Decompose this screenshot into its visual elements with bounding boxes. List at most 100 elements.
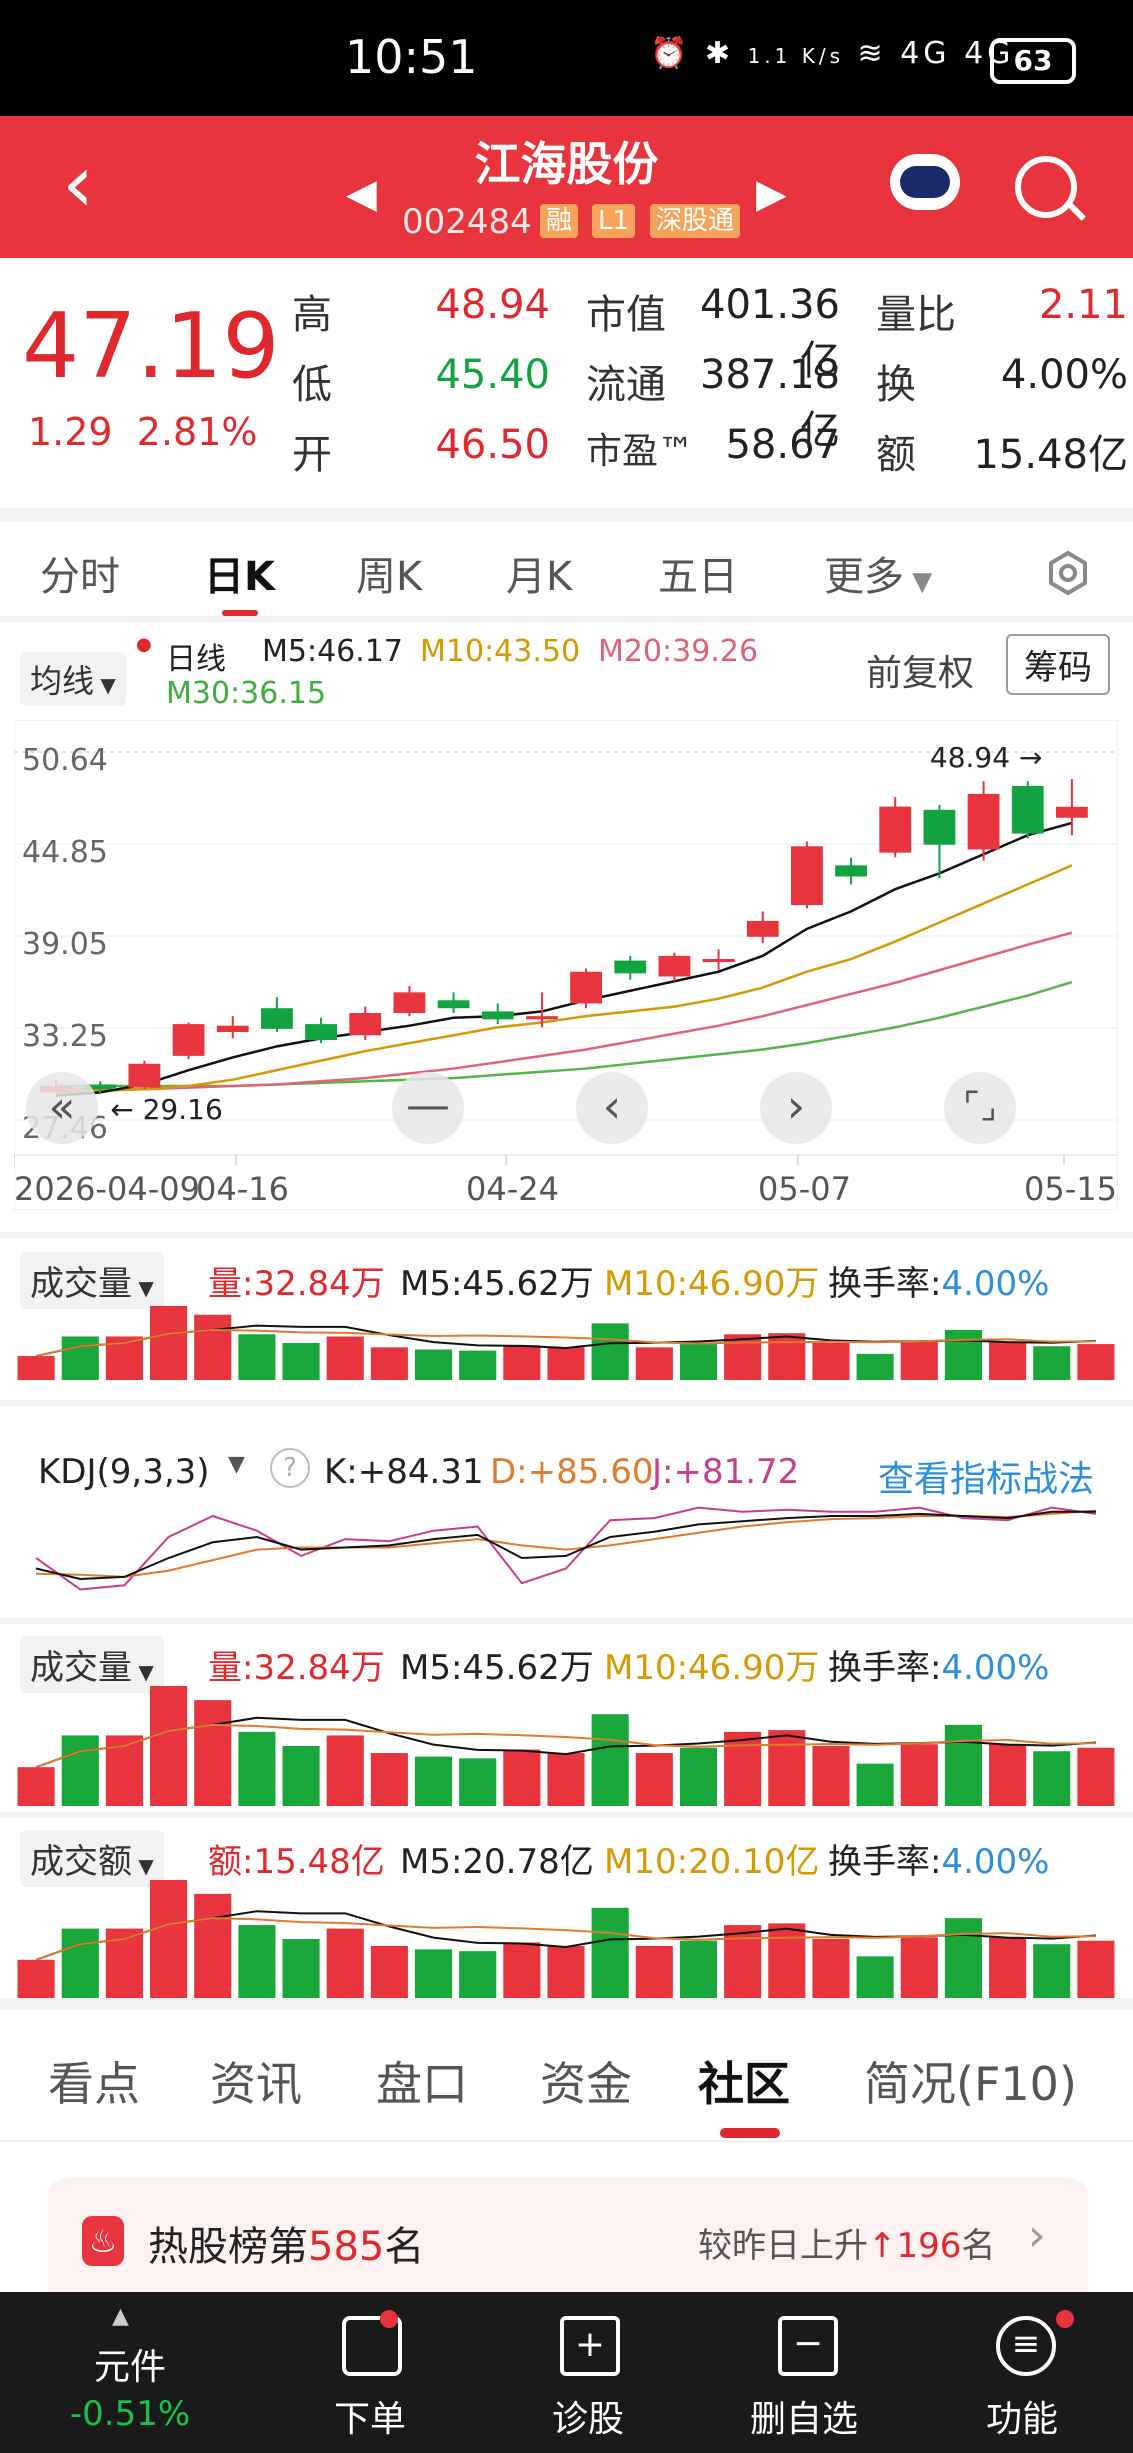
volume-bar [635,1347,673,1380]
indicator-selector-label: 均线 [30,662,95,700]
zoom-out-icon[interactable]: — [392,1072,464,1144]
notification-dot [1056,2310,1074,2328]
volume-bar [900,1341,938,1380]
volume-bar [635,1753,673,1806]
divider [0,2140,1133,2142]
component-index-label[interactable]: 元件 [50,2338,210,2390]
chevron-down-icon[interactable]: ▼ [228,1452,245,1477]
chevron-down-icon: ▼ [132,1276,154,1300]
volume-bar [1033,1944,1071,1998]
tab-community[interactable]: 社区 [698,2048,790,2114]
pan-right-icon[interactable]: › [760,1072,832,1144]
robot-assistant-icon[interactable] [890,154,960,210]
rank-change-text: 较昨日上升↑196名 [698,2218,995,2267]
turnover-rate-value: 4.00% [941,1264,1050,1304]
tab-more[interactable]: 更多 ▼ [824,544,932,602]
rank-change-suffix: 名 [961,2226,996,2266]
volume-bar [61,1928,99,1998]
volume-bar [1077,1344,1115,1380]
tab-news[interactable]: 资讯 [210,2048,302,2114]
volume-bar [150,1686,188,1806]
diagnose-icon[interactable]: + [560,2316,620,2376]
menu-icon[interactable]: ≡ [996,2316,1056,2376]
tab-highlights[interactable]: 看点 [48,2048,140,2114]
indicator-selector[interactable]: 均线 ▼ [20,652,126,706]
next-stock-icon[interactable]: ▶ [756,171,787,217]
adjust-mode[interactable]: 前复权 [866,644,974,696]
market-cap-label: 市值 [586,292,666,338]
chevron-down-icon: ▼ [904,567,933,597]
tab-five-day[interactable]: 五日 [658,544,738,602]
candle-body [393,992,426,1013]
tab-intraday[interactable]: 分时 [40,544,120,602]
candlestick-chart[interactable]: 50.6444.8539.0533.2527.4648.94 →← 29.162… [14,720,1118,1210]
divider [0,1618,1133,1624]
volume-bar [194,1700,232,1806]
tab-daily-k[interactable]: 日K [204,544,275,602]
y-tick-label: 44.85 [22,835,108,870]
volume-bar [856,1763,894,1806]
volume-bar [856,1956,894,1998]
turnover-label: 换 [876,362,916,408]
volume-bars-chart [17,1306,1115,1380]
tab-f10[interactable]: 简况(F10) [864,2048,1077,2114]
tab-order-book[interactable]: 盘口 [376,2048,468,2114]
volume-bar [326,1735,364,1806]
settings-icon[interactable] [1045,550,1091,596]
candle-body [261,1008,293,1029]
amount-value: 15.48亿 [973,432,1128,478]
notification-dot [380,2310,398,2328]
volume-bar [547,1945,585,1998]
tab-funds[interactable]: 资金 [540,2048,632,2114]
remove-watchlist-button[interactable]: 删自选 [724,2390,884,2442]
chips-button[interactable]: 筹码 [1006,634,1110,695]
arrow-up-icon: ↑ [868,2226,897,2266]
search-icon[interactable] [1015,156,1077,218]
volume-bar [282,1343,320,1380]
divider [0,508,1133,522]
volume-bar [679,1747,718,1806]
hot-stock-rank-banner[interactable]: ♨ 热股榜第585名 较昨日上升↑196名 › [48,2178,1088,2310]
status-icons: ⏰ ✱ 1.1 K/s ≋ 4G 4G [650,36,1015,71]
kdj-label[interactable]: KDJ(9,3,3) [38,1452,210,1492]
volume-bar [989,1744,1027,1806]
order-button[interactable]: 下单 [290,2390,450,2442]
volume-bar [503,1749,541,1806]
pan-left-icon[interactable]: ‹ [576,1072,648,1144]
candle-body [879,806,912,853]
tab-weekly-k[interactable]: 周K [356,544,422,602]
chevron-down-icon: ▼ [94,673,116,697]
volume-bar [591,1714,629,1806]
divider [0,1998,1133,2010]
volume-bar [547,1753,585,1806]
x-tick-label: 2026-04-09 [14,1170,200,1208]
turnover-rate: 换手率:4.00% [828,1256,1049,1305]
x-tick-label: 05-07 [758,1170,851,1208]
divider [0,1400,1133,1406]
amount-label: 额 [876,432,916,478]
volume-m10: M10:46.90万 [604,1264,820,1304]
active-tab-indicator [720,2128,780,2138]
tab-monthly-k[interactable]: 月K [506,544,572,602]
caret-up-icon: ▲ [112,2304,129,2329]
rewind-icon[interactable]: « [26,1072,98,1144]
volume-bar [459,1951,497,1998]
x-tick-label: 05-15 [1024,1170,1117,1208]
function-button[interactable]: 功能 [942,2390,1102,2442]
volume-m5: M5:45.62万 [400,1264,594,1304]
live-dot-icon: ● [136,634,152,655]
low-price-label: ← 29.16 [110,1093,223,1126]
help-icon[interactable]: ? [270,1448,310,1488]
stock-code: 002484 [402,202,532,242]
volume-bar [503,1942,541,1998]
fullscreen-icon[interactable]: ⌜⌟ [944,1072,1016,1144]
volume-bar [724,1731,762,1806]
volume-bar [768,1333,806,1380]
diagnose-button[interactable]: 诊股 [508,2390,668,2442]
volume-value: 量:32.84万 [208,1264,385,1304]
volume-bar [679,1344,718,1380]
volume-bar [459,1350,497,1380]
remove-watchlist-icon[interactable]: − [778,2316,838,2376]
kdj-d: D:+85.60 [490,1452,654,1492]
volume-bar [17,1356,55,1380]
